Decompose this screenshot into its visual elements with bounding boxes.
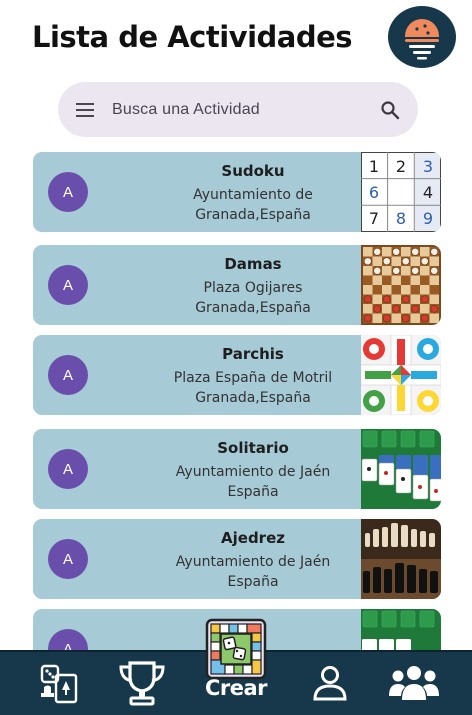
svg-text:6: 6 [369,183,379,202]
avatar: A [48,355,88,395]
activity-card-sudoku[interactable]: A Sudoku Ayuntamiento de Granada,España … [33,152,441,232]
avatar: A [48,539,88,579]
activity-location: Plaza España de Motril Granada,España [173,370,333,406]
avatar: A [48,265,88,305]
activity-card-damas[interactable]: A Damas Plaza Ogijares Granada,España [33,245,441,325]
activity-title: Solitario [217,439,289,457]
avatar: A [48,172,88,212]
page-title: Lista de Actividades [32,20,353,54]
svg-text:9: 9 [423,209,433,228]
games-icon[interactable] [38,660,80,706]
profile-icon[interactable] [310,662,350,704]
chess-thumbnail [361,519,441,599]
search-icon[interactable] [362,82,418,137]
svg-text:8: 8 [396,209,406,228]
checkers-thumbnail [361,245,441,325]
solitaire-thumbnail [361,429,441,509]
svg-text:7: 7 [369,209,379,228]
svg-text:3: 3 [423,157,433,176]
activity-title: Parchis [222,345,284,363]
create-label[interactable]: Crear [200,676,272,700]
activity-location: Plaza Ogijares Granada,España [195,280,311,316]
activity-title: Damas [224,255,282,273]
activity-title: Ajedrez [221,529,285,547]
parchis-thumbnail [361,335,441,415]
svg-text:1: 1 [369,157,379,176]
sunset-logo-icon[interactable] [388,6,456,68]
activity-location: Ayuntamiento de Jaén España [175,464,331,500]
activity-location: Ayuntamiento de Granada,España [193,187,313,223]
avatar: A [48,449,88,489]
sudoku-thumbnail: 1 2 3 6 4 7 8 9 [361,152,441,232]
svg-text:2: 2 [396,157,406,176]
search-bar[interactable]: Busca una Actividad [58,82,418,137]
create-board-icon[interactable] [204,618,268,680]
activity-title: Sudoku [221,162,285,180]
activity-location: Ayuntamiento de Jaén España [175,554,331,590]
activity-card-solitario[interactable]: A Solitario Ayuntamiento de Jaén España [33,429,441,509]
group-icon[interactable] [388,660,440,704]
search-input[interactable]: Busca una Actividad [112,101,362,119]
activity-card-ajedrez[interactable]: A Ajedrez Ayuntamiento de Jaén España [33,519,441,599]
svg-text:4: 4 [423,183,433,202]
trophy-icon[interactable] [116,658,168,708]
activity-card-parchis[interactable]: A Parchis Plaza España de Motril Granada… [33,335,441,415]
hamburger-icon[interactable] [58,82,112,137]
